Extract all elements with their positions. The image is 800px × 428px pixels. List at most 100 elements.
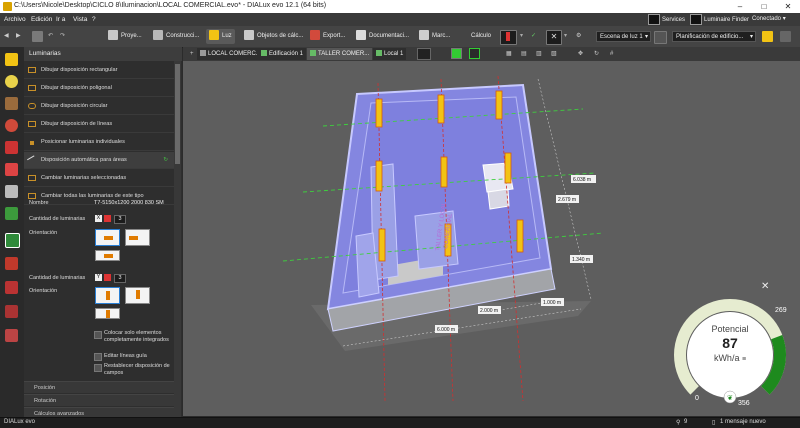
orientation-option-horizontal[interactable]	[95, 229, 120, 246]
tab-exportar[interactable]: Export...	[310, 29, 345, 44]
heatmap-icon[interactable]	[5, 257, 18, 270]
change-selected-luminaires[interactable]: Cambiar luminarias seleccionadas	[24, 170, 174, 187]
grid-1-icon[interactable]: ▦	[503, 48, 515, 60]
minimize-button[interactable]: –	[728, 0, 752, 13]
maximize-button[interactable]: □	[752, 0, 776, 13]
draw-polygonal-layout[interactable]: Dibujar disposición poligonal	[24, 80, 174, 97]
move-icon[interactable]: ✥	[575, 48, 586, 60]
cancel-calc-button[interactable]: ✕	[546, 30, 562, 45]
section-posicion[interactable]: Posición	[24, 381, 174, 393]
calculate-button[interactable]	[500, 30, 517, 45]
chevron-down-icon[interactable]: ▾	[564, 29, 567, 44]
grid-2-icon[interactable]: ▤	[518, 48, 530, 60]
menu-ir-a[interactable]: Ir a	[56, 16, 65, 23]
tab-taller[interactable]: TALLER COMER...	[307, 48, 373, 60]
close-button[interactable]: ✕	[776, 0, 800, 13]
panel-toggle-icon[interactable]	[780, 31, 791, 42]
auto-area-layout[interactable]: Disposición automática para áreas ↻	[24, 152, 174, 169]
surface-icon[interactable]	[5, 97, 18, 110]
luminaire[interactable]	[440, 156, 448, 188]
place-single-luminaires[interactable]: Posicionar luminarias individuales	[24, 134, 174, 151]
calc-check-icon[interactable]: ✓	[531, 29, 536, 44]
tools-icon[interactable]	[5, 185, 18, 198]
section-rotacion[interactable]: Rotación	[24, 394, 174, 406]
grid-icon[interactable]	[5, 233, 20, 248]
material-icon[interactable]	[5, 141, 18, 154]
light-scene-select[interactable]: Escena de luz 1 ▾	[596, 31, 651, 42]
bulb-icon[interactable]	[5, 75, 18, 88]
tab-marcas[interactable]: Marc...	[419, 29, 450, 44]
luminaire[interactable]	[516, 219, 524, 253]
tab-edificacion[interactable]: Edificación 1	[258, 48, 307, 60]
redo-icon[interactable]: ↷	[60, 29, 65, 44]
tab-local-comercial[interactable]: LOCAL COMERC...	[197, 48, 264, 60]
draw-rectangular-layout[interactable]: Dibujar disposición rectangular	[24, 62, 174, 79]
menu-help[interactable]: ?	[92, 16, 96, 23]
menu-edicion[interactable]: Edición	[31, 16, 52, 23]
undo-icon[interactable]: ↶	[48, 29, 53, 44]
filled-view-icon[interactable]	[451, 48, 462, 59]
menu-vista[interactable]: Vista	[73, 16, 87, 23]
scrollbar-thumb[interactable]	[175, 64, 180, 164]
luminaire[interactable]	[495, 90, 503, 120]
luminaire[interactable]	[378, 228, 386, 262]
tab-documentacion[interactable]: Documentaci...	[356, 29, 409, 44]
frame-icon[interactable]	[5, 305, 18, 318]
luminaire-mode-icon[interactable]	[5, 53, 18, 66]
rotate-icon[interactable]: ↻	[591, 48, 602, 60]
forward-icon[interactable]: ▶	[16, 29, 21, 44]
view-mode-button[interactable]	[417, 48, 431, 60]
network-icon[interactable]	[5, 329, 18, 342]
luminaire[interactable]	[375, 98, 383, 128]
menu-archivo[interactable]: Archivo	[4, 16, 26, 23]
checkbox-colocar[interactable]	[94, 331, 102, 339]
cantidad-x-input[interactable]: 3	[114, 215, 126, 224]
draw-circular-layout[interactable]: Dibujar disposición circular	[24, 98, 174, 115]
gear-icon[interactable]: ⚙	[576, 29, 581, 44]
back-icon[interactable]: ◀	[4, 29, 9, 44]
orientation-option-vertical[interactable]	[95, 287, 120, 304]
leaf-icon[interactable]	[5, 207, 18, 220]
scene-options-button[interactable]	[654, 31, 667, 44]
tab-construccion[interactable]: Construcci...	[153, 29, 199, 44]
info-icon[interactable]: ▯	[712, 419, 715, 426]
tab-objetos-calculo[interactable]: Objetos de cálc...	[244, 29, 303, 44]
connection-status[interactable]: Conectado ▾	[752, 14, 786, 25]
section-calculos[interactable]: Cálculos avanzados	[24, 407, 174, 417]
orientation-option-vertical-center[interactable]	[95, 308, 120, 319]
orientation-option-edge[interactable]	[125, 229, 150, 246]
grid-3-icon[interactable]: ▥	[533, 48, 545, 60]
services-button[interactable]: Services	[648, 14, 685, 25]
orientation-option-vertical-edge[interactable]	[125, 287, 150, 304]
status-messages[interactable]: 1 mensaje nuevo	[720, 419, 766, 425]
luminaire-finder-button[interactable]: Luminaire Finder	[690, 14, 749, 25]
gauge-close-button[interactable]: ✕	[761, 281, 769, 292]
color-icon[interactable]	[5, 119, 18, 132]
draw-line-layout[interactable]: Dibujar disposición de líneas	[24, 116, 174, 133]
wave-icon[interactable]	[5, 281, 18, 294]
3d-viewport[interactable]: TALLER Y LOCAL COMERCIAL 6.038 m 2.679 m…	[183, 61, 800, 416]
luminaire[interactable]	[375, 160, 383, 192]
luminaire[interactable]	[504, 152, 512, 184]
plus-icon[interactable]: +	[187, 48, 197, 60]
menu-lines-icon[interactable]: ≡	[742, 356, 746, 363]
snap-grid-icon[interactable]: #	[607, 48, 616, 60]
room-icon[interactable]	[5, 163, 18, 176]
checkbox-restablecer[interactable]	[94, 364, 102, 372]
planning-select[interactable]: Planificación de edificio... ▾	[672, 31, 756, 42]
wire-view-icon[interactable]	[469, 48, 480, 59]
checkbox-editar[interactable]	[94, 353, 102, 361]
bell-icon[interactable]: ⚲	[676, 419, 680, 426]
tab-luz[interactable]: Luz	[206, 29, 235, 44]
orientation-option-center[interactable]	[95, 250, 120, 261]
panel-scrollbar[interactable]	[174, 61, 181, 417]
tab-proyecto[interactable]: Proye...	[108, 29, 142, 44]
chevron-down-icon[interactable]: ▾	[520, 29, 523, 44]
grid-4-icon[interactable]: ▧	[548, 48, 560, 60]
tab-local-1[interactable]: Local 1	[373, 48, 407, 60]
luminaire[interactable]	[437, 94, 445, 124]
cantidad-y-input[interactable]: 3	[114, 274, 126, 283]
help-icon[interactable]	[762, 31, 773, 42]
refresh-icon[interactable]: ↻	[163, 152, 168, 169]
save-icon[interactable]	[32, 31, 43, 42]
